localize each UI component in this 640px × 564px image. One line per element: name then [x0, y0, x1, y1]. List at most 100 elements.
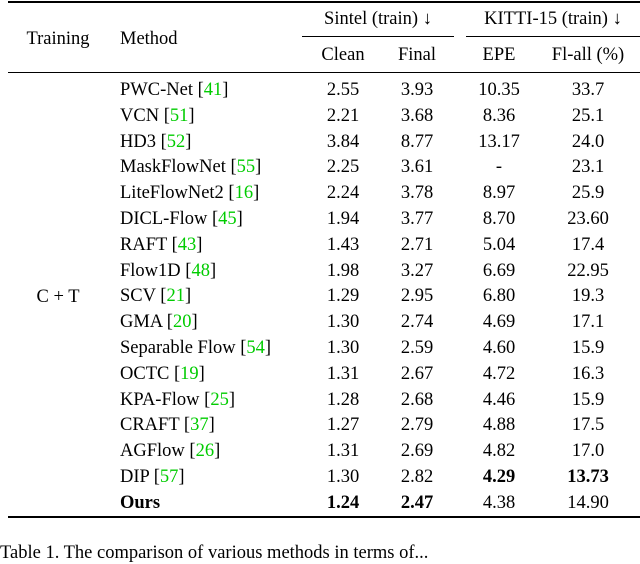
final-cell: 2.71 [400, 234, 434, 255]
clean-cell: 1.94 [326, 209, 360, 229]
citation-link[interactable]: 51 [170, 106, 189, 126]
method-cell: DIP [57] [120, 467, 185, 487]
method-name: Separable Flow [120, 338, 236, 358]
clean-cell: 1.30 [326, 467, 360, 487]
fl-all-cell: 22.95 [567, 260, 609, 281]
epe-cell: 10.35 [478, 80, 520, 100]
method-cell: SCV [21] [120, 286, 192, 307]
fl-all-cell: 25.9 [571, 183, 605, 204]
method-name: KPA-Flow [120, 389, 200, 410]
citation-link[interactable]: 52 [167, 132, 186, 152]
header-kitti-group: KITTI-15 (train) ↓ [484, 9, 622, 29]
citation-link[interactable]: 21 [166, 286, 185, 306]
method-name: Flow1D [120, 260, 181, 281]
method-cell: LiteFlowNet2 [16] [120, 183, 260, 204]
method-cell: PWC-Net [41] [120, 80, 229, 100]
fl-all-cell: 17.0 [571, 441, 605, 462]
epe-cell: 4.29 [482, 467, 516, 487]
final-cell: 3.93 [400, 80, 434, 100]
method-name: LiteFlowNet2 [120, 183, 224, 204]
final-cell: 3.61 [400, 157, 434, 178]
bottom-rule [8, 516, 640, 518]
epe-cell: 8.70 [482, 209, 516, 229]
citation-link[interactable]: 48 [191, 261, 210, 281]
final-cell: 2.69 [400, 441, 434, 462]
clean-cell: 2.21 [326, 105, 360, 126]
final-cell: 8.77 [400, 131, 434, 152]
epe-cell: 4.88 [482, 415, 516, 436]
method-cell: CRAFT [37] [120, 415, 215, 436]
method-name: AGFlow [120, 441, 185, 462]
header-training: Training [26, 29, 90, 49]
citation-link[interactable]: 57 [160, 467, 179, 487]
final-cell: 2.79 [400, 415, 434, 436]
fl-all-cell: 14.90 [567, 492, 609, 513]
citation-link[interactable]: 54 [246, 338, 265, 358]
final-cell: 2.68 [400, 389, 434, 410]
sintel-group-rule [302, 36, 454, 37]
method-name: SCV [120, 286, 156, 307]
method-cell: RAFT [43] [120, 234, 203, 255]
clean-cell: 1.31 [326, 441, 360, 462]
method-cell: DICL-Flow [45] [120, 209, 243, 229]
final-cell: 3.68 [400, 105, 434, 126]
fl-all-cell: 16.3 [571, 363, 605, 384]
method-name: HD3 [120, 131, 156, 152]
clean-cell: 2.55 [326, 80, 360, 100]
method-cell: Ours [120, 492, 160, 514]
clean-cell: 1.29 [326, 286, 360, 307]
method-name: DICL-Flow [120, 209, 208, 229]
clean-cell: 1.98 [326, 260, 360, 281]
clean-cell: 3.84 [326, 131, 360, 152]
epe-cell: 4.38 [482, 492, 516, 513]
method-cell: OCTC [19] [120, 363, 205, 384]
citation-link[interactable]: 55 [237, 157, 256, 177]
fl-all-cell: 23.1 [571, 157, 605, 178]
clean-cell: 1.43 [326, 234, 360, 255]
epe-cell: 8.97 [482, 183, 516, 204]
citation-link[interactable]: 16 [235, 183, 254, 203]
method-cell: MaskFlowNet [55] [120, 157, 262, 178]
method-cell: AGFlow [26] [120, 441, 221, 462]
fl-all-cell: 17.4 [571, 234, 605, 255]
method-cell: GMA [20] [120, 312, 198, 333]
method-name: VCN [120, 105, 160, 126]
fl-all-cell: 15.9 [571, 338, 605, 358]
fl-all-cell: 13.73 [567, 467, 609, 487]
method-name: MaskFlowNet [120, 157, 226, 178]
method-name: PWC-Net [120, 80, 193, 100]
method-cell: VCN [51] [120, 105, 195, 126]
clean-cell: 2.25 [326, 157, 360, 178]
citation-link[interactable]: 43 [178, 235, 197, 255]
method-cell: KPA-Flow [25] [120, 389, 235, 410]
clean-cell: 1.28 [326, 389, 360, 410]
method-name: Ours [120, 492, 161, 513]
fl-all-cell: 24.0 [571, 131, 605, 152]
clean-cell: 1.24 [326, 492, 360, 513]
method-cell: Separable Flow [54] [120, 338, 272, 358]
citation-link[interactable]: 26 [196, 441, 215, 461]
epe-cell: 4.72 [482, 363, 516, 384]
header-fl-all: Fl-all (%) [551, 45, 625, 65]
clean-cell: 1.31 [326, 363, 360, 384]
header-method: Method [120, 29, 178, 49]
final-cell: 2.59 [400, 338, 434, 358]
citation-link[interactable]: 25 [210, 390, 229, 410]
citation-link[interactable]: 19 [180, 364, 199, 384]
header-final: Final [397, 45, 437, 65]
epe-cell: 4.69 [482, 312, 516, 333]
citation-link[interactable]: 37 [190, 415, 209, 435]
citation-link[interactable]: 20 [173, 312, 192, 332]
method-name: CRAFT [120, 415, 180, 436]
method-name: GMA [120, 312, 163, 333]
final-cell: 3.27 [400, 260, 434, 281]
header-epe: EPE [482, 45, 516, 65]
fl-all-cell: 19.3 [571, 286, 605, 307]
header-rule [8, 72, 640, 73]
epe-cell: 6.69 [482, 260, 516, 281]
final-cell: 2.95 [400, 286, 434, 307]
citation-link[interactable]: 45 [218, 209, 237, 229]
fl-all-cell: 33.7 [571, 80, 605, 100]
fl-all-cell: 17.5 [571, 415, 605, 436]
citation-link[interactable]: 41 [204, 80, 223, 100]
